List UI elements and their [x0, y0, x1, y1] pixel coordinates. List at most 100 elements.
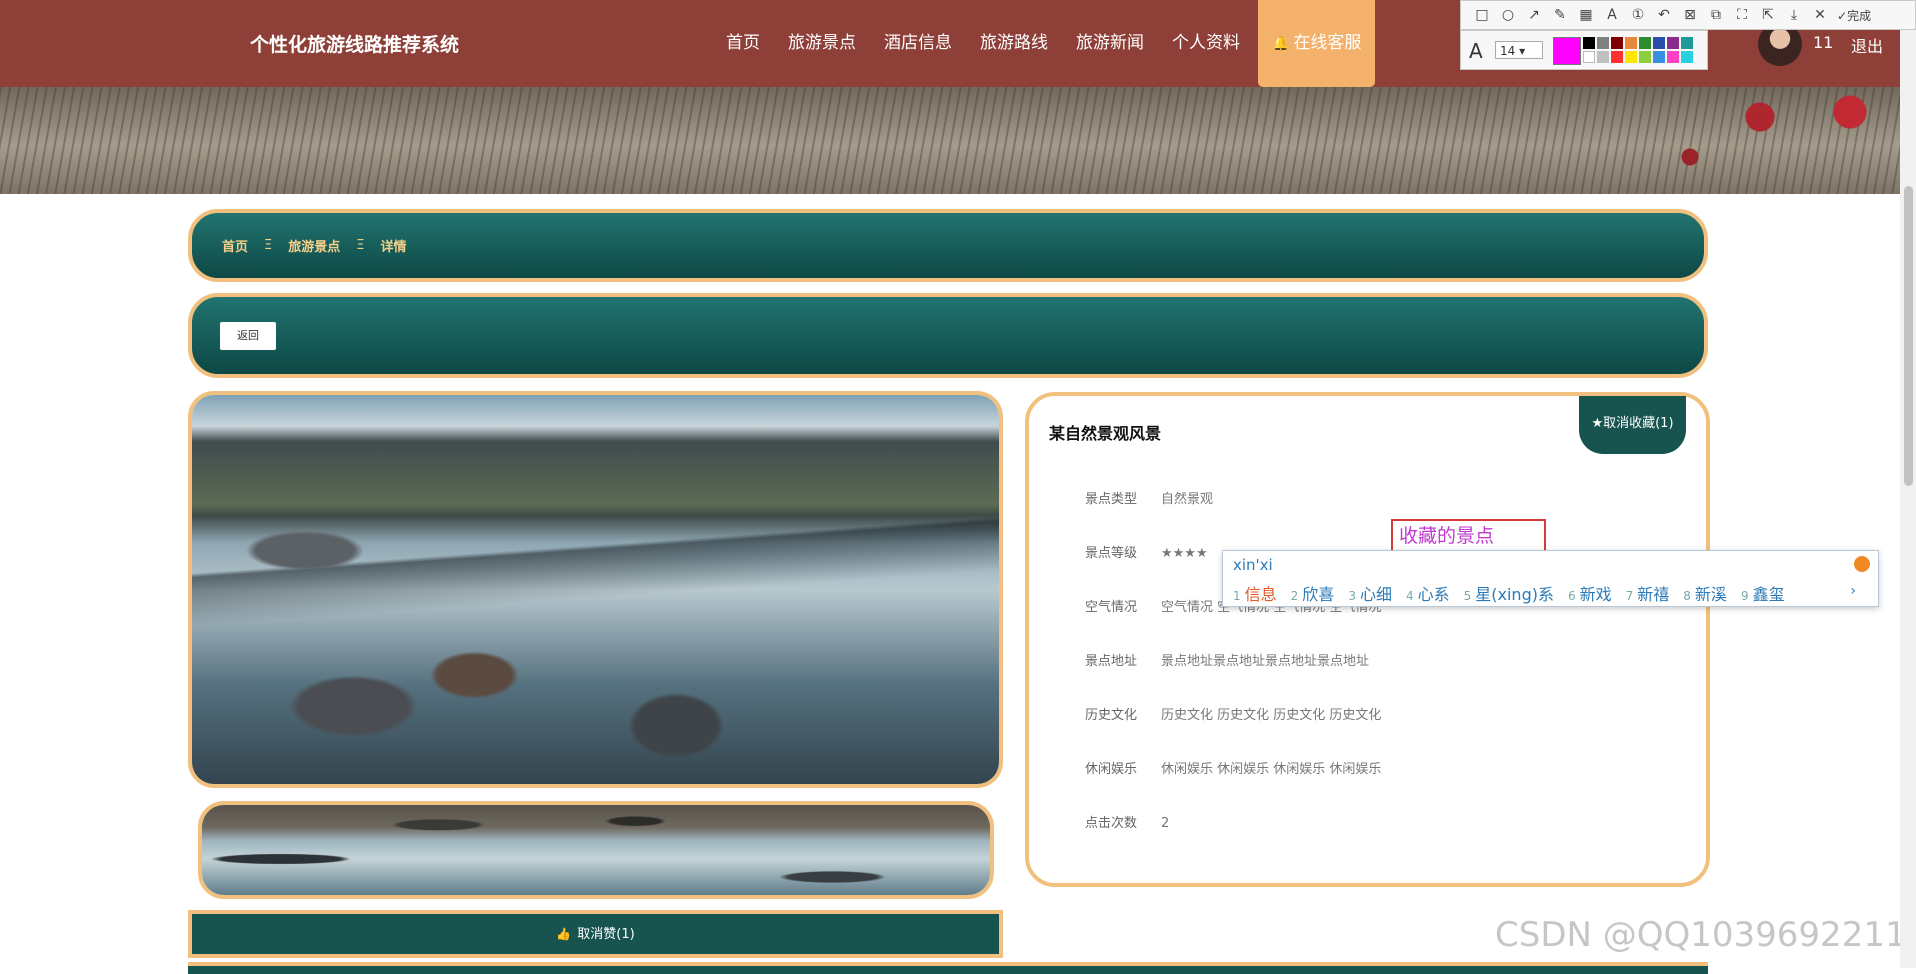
- favorite-button[interactable]: ★取消收藏(1): [1579, 396, 1686, 454]
- ime-candidate[interactable]: 7 新禧: [1626, 581, 1670, 605]
- color-swatch[interactable]: [1681, 51, 1693, 63]
- thumbnail-photo[interactable]: [198, 801, 994, 899]
- ime-candidate[interactable]: 3 心细: [1348, 581, 1392, 605]
- ime-candidate[interactable]: 2 欣喜: [1291, 581, 1335, 605]
- username[interactable]: 11: [1813, 33, 1833, 52]
- field-value: 休闲娱乐 休闲娱乐 休闲娱乐 休闲娱乐: [1161, 762, 1382, 777]
- ime-candidate[interactable]: 8 新溪: [1683, 581, 1727, 605]
- breadcrumb-home[interactable]: 首页: [222, 236, 248, 255]
- detail-card: 某自然景观风景 ★取消收藏(1) 景点类型 自然景观 景点等级 ★★★★ 空气情况空…: [1025, 392, 1710, 887]
- rectangle-icon[interactable]: □: [1469, 7, 1495, 23]
- ime-candidate-text: 新禧: [1637, 585, 1670, 604]
- nav-profile[interactable]: 个人资料: [1158, 0, 1254, 87]
- color-swatch[interactable]: [1611, 37, 1623, 49]
- copy-icon[interactable]: ⧉: [1703, 7, 1729, 23]
- current-color-swatch[interactable]: [1553, 37, 1581, 65]
- field-label: 景点地址: [1085, 654, 1138, 669]
- field-label: 点击次数: [1085, 816, 1138, 831]
- color-swatch[interactable]: [1597, 51, 1609, 63]
- ellipse-icon[interactable]: ○: [1495, 7, 1521, 23]
- color-swatch[interactable]: [1583, 37, 1595, 49]
- ime-pinyin: xin'xi: [1233, 556, 1273, 574]
- ime-candidate[interactable]: 9 鑫玺: [1741, 581, 1785, 605]
- chevron-right-icon[interactable]: ›: [1850, 583, 1856, 599]
- done-button[interactable]: ✓完成: [1837, 7, 1871, 24]
- back-button[interactable]: 返回: [220, 322, 276, 350]
- ime-candidate[interactable]: 1 信息: [1233, 581, 1277, 605]
- next-section-edge: [188, 962, 1708, 974]
- annotation-text-box[interactable]: 收藏的景点: [1391, 519, 1546, 553]
- color-swatch[interactable]: [1653, 51, 1665, 63]
- text-tool-icon[interactable]: A: [1599, 7, 1625, 23]
- color-swatch[interactable]: [1625, 37, 1637, 49]
- share-icon[interactable]: ⇱: [1755, 7, 1781, 23]
- close-icon[interactable]: ✕: [1807, 7, 1833, 23]
- long-screenshot-icon[interactable]: ⛶: [1729, 7, 1755, 23]
- main-nav: 首页 旅游景点 酒店信息 旅游路线 旅游新闻 个人资料 🔔 在线客服: [712, 0, 1376, 87]
- color-swatch[interactable]: [1625, 51, 1637, 63]
- field-label: 历史文化: [1085, 708, 1138, 723]
- ime-candidate[interactable]: 6 新戏: [1568, 581, 1612, 605]
- arrow-icon[interactable]: ↗: [1521, 7, 1547, 23]
- color-swatch[interactable]: [1611, 51, 1623, 63]
- site-title: 个性化旅游线路推荐系统: [250, 34, 460, 56]
- color-swatch[interactable]: [1639, 37, 1651, 49]
- field-label: 休闲娱乐: [1085, 762, 1138, 777]
- ime-candidate[interactable]: 5 星(xing)系: [1464, 581, 1554, 605]
- field-history: 历史文化 历史文化 历史文化 历史文化 历史文化: [1085, 704, 1381, 723]
- ime-candidate-window: xin'xi 1 信息 2 欣喜 3 心细 4 心系 5 星(xing)系 6 新戏 7 新禧…: [1222, 550, 1879, 607]
- ime-candidate[interactable]: 4 心系: [1406, 581, 1450, 605]
- font-icon: A: [1469, 39, 1483, 63]
- bell-icon: 🔔: [1272, 36, 1290, 52]
- like-button-label: 取消赞(1): [577, 927, 635, 942]
- nav-attractions[interactable]: 旅游景点: [774, 0, 870, 87]
- breadcrumb-separator: Ξ: [264, 238, 273, 253]
- field-label: 景点类型: [1085, 492, 1138, 507]
- breadcrumb-attractions[interactable]: 旅游景点: [288, 236, 340, 255]
- color-palette: [1583, 37, 1693, 63]
- nav-online-service-label: 在线客服: [1293, 33, 1362, 53]
- color-swatch[interactable]: [1667, 51, 1679, 63]
- color-swatch[interactable]: [1667, 37, 1679, 49]
- number-marker-icon[interactable]: ①: [1625, 7, 1651, 23]
- color-swatch[interactable]: [1583, 51, 1595, 63]
- field-value: 自然景观: [1161, 492, 1214, 507]
- nav-online-service[interactable]: 🔔 在线客服: [1258, 0, 1376, 87]
- ime-candidate-text: 鑫玺: [1752, 585, 1785, 604]
- field-value: 2: [1161, 816, 1170, 831]
- font-size-select[interactable]: 14 ▾: [1495, 41, 1543, 59]
- like-button[interactable]: 👍 取消赞(1): [188, 910, 1003, 958]
- text-style-panel: A 14 ▾: [1460, 30, 1708, 70]
- color-swatch[interactable]: [1639, 51, 1651, 63]
- ime-candidate-text: 信息: [1244, 585, 1277, 604]
- field-value: 景点地址景点地址景点地址景点地址: [1161, 654, 1370, 669]
- field-address: 景点地址 景点地址景点地址景点地址景点地址: [1085, 650, 1369, 669]
- ime-candidate-text: 欣喜: [1302, 585, 1335, 604]
- undo-icon[interactable]: ↶: [1651, 7, 1677, 23]
- color-swatch[interactable]: [1653, 37, 1665, 49]
- banner-image: [0, 87, 1900, 194]
- scrollbar-thumb[interactable]: [1904, 186, 1913, 486]
- field-label: 空气情况: [1085, 600, 1138, 615]
- field-type: 景点类型 自然景观: [1085, 488, 1213, 507]
- thumbnail-image: [202, 805, 990, 895]
- nav-news[interactable]: 旅游新闻: [1062, 0, 1158, 87]
- download-icon[interactable]: ⤓: [1781, 7, 1807, 23]
- ime-candidate-text: 心系: [1417, 585, 1450, 604]
- font-size-value: 14: [1500, 44, 1516, 58]
- field-label: 景点等级: [1085, 546, 1138, 561]
- pin-icon[interactable]: ⊠: [1677, 7, 1703, 23]
- nav-routes[interactable]: 旅游路线: [966, 0, 1062, 87]
- logout-link[interactable]: 退出: [1851, 33, 1883, 57]
- pencil-icon[interactable]: ✎: [1547, 7, 1573, 23]
- done-label: 完成: [1847, 8, 1872, 23]
- ime-logo-icon[interactable]: [1854, 556, 1870, 572]
- ime-candidate-text: 新溪: [1694, 585, 1727, 604]
- field-value: 历史文化 历史文化 历史文化 历史文化: [1161, 708, 1382, 723]
- color-swatch[interactable]: [1681, 37, 1693, 49]
- mosaic-icon[interactable]: ▦: [1573, 7, 1599, 23]
- ime-candidate-text: 心细: [1359, 585, 1392, 604]
- nav-home[interactable]: 首页: [712, 0, 774, 87]
- nav-hotels[interactable]: 酒店信息: [870, 0, 966, 87]
- color-swatch[interactable]: [1597, 37, 1609, 49]
